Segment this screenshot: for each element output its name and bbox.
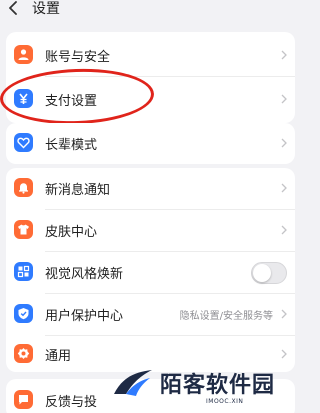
header: 设置 [0,0,300,30]
settings-item-account-security[interactable]: 账号与安全 [6,35,295,75]
style-refresh-icon [14,262,33,281]
chevron-left-icon[interactable] [8,1,18,15]
chevron-right-icon [281,183,287,193]
settings-item-elder-mode[interactable]: 长辈模式 [6,123,295,163]
account-security-icon [14,45,33,64]
chevron-right-icon [281,138,287,148]
settings-item-label: 视觉风格焕新 [45,267,124,282]
watermark-subtext: IMOOC.XIN [206,398,244,405]
settings-item-label: 长辈模式 [45,138,98,153]
settings-item-label: 账号与安全 [45,50,111,65]
chevron-right-icon [281,225,287,235]
settings-item-visual-style: 视觉风格焕新 [6,252,295,292]
shield-check-icon [14,304,33,323]
chevron-right-icon [281,94,287,104]
settings-item-user-protection[interactable]: 用户保护中心 隐私设置/安全服务等 [6,294,295,334]
settings-item-label: 用户保护中心 [45,309,124,324]
settings-item-value: 隐私设置/安全服务等 [179,311,273,322]
watermark: 陌客软件园 IMOOC.XIN [108,360,300,413]
settings-item-label: 通用 [45,349,72,364]
settings-item-notifications[interactable]: 新消息通知 [6,168,295,208]
bell-icon [14,178,33,197]
settings-item-label: 反馈与投 [45,395,98,410]
shirt-icon [14,220,33,239]
watermark-text: 陌客软件园 [160,372,276,398]
chevron-right-icon [281,309,287,319]
visual-style-toggle[interactable] [251,262,287,284]
feedback-icon [14,390,33,409]
settings-group-elder: 长辈模式 [6,123,295,164]
settings-item-skin-center[interactable]: 皮肤中心 [6,210,295,250]
page-title: 设置 [32,1,60,17]
watermark-logo-icon [114,370,152,396]
gear-icon [14,344,33,363]
toggle-knob [253,264,271,282]
settings-item-label: 新消息通知 [45,183,111,198]
chevron-right-icon [281,50,287,60]
settings-group-general: 新消息通知 皮肤中心 视觉风格焕新 用户保护中心 隐私设置/安全服务等 通用 [6,168,295,372]
chevron-right-icon [281,349,287,359]
heart-elder-icon [14,133,33,152]
settings-item-label: 皮肤中心 [45,225,98,240]
